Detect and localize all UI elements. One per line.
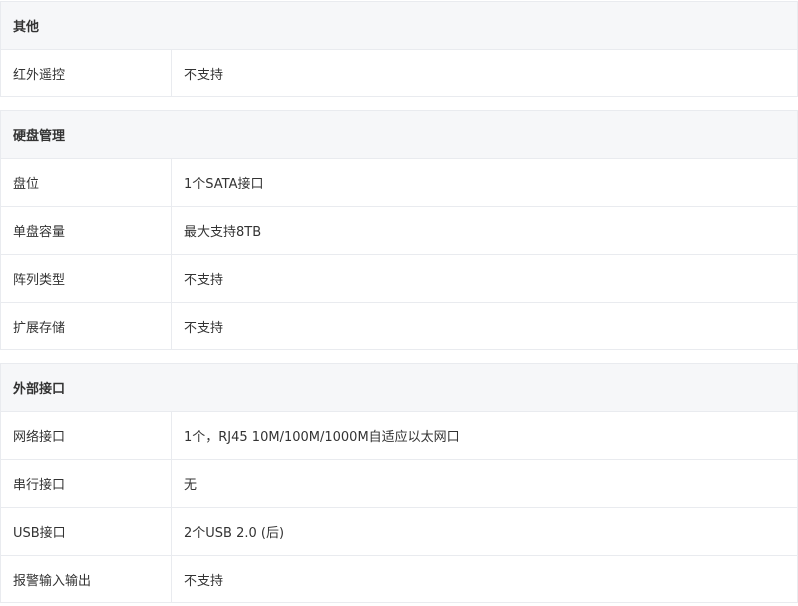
row-value: 不支持 bbox=[184, 67, 224, 83]
row-value: 不支持 bbox=[184, 320, 224, 336]
section-title: 其他 bbox=[0, 1, 798, 49]
table-row: 报警输入输出 不支持 bbox=[0, 555, 798, 603]
row-label: 报警输入输出 bbox=[1, 556, 172, 602]
section-external-interfaces: 外部接口 网络接口 1个，RJ45 10M/100M/1000M自适应以太网口 … bbox=[0, 363, 798, 603]
table-row: USB接口 2个USB 2.0 (后) bbox=[0, 507, 798, 555]
section-disk-management: 硬盘管理 盘位 1个SATA接口 单盘容量 最大支持8TB 阵列类型 不支持 扩… bbox=[0, 110, 798, 350]
row-value: 无 bbox=[184, 478, 198, 493]
spec-table: 其他 红外遥控 不支持 硬盘管理 盘位 1个SATA接口 单盘容量 最大支持8T… bbox=[0, 1, 798, 603]
section-title: 硬盘管理 bbox=[0, 110, 798, 158]
row-value: 2个USB 2.0 (后) bbox=[184, 526, 285, 541]
section-other: 其他 红外遥控 不支持 bbox=[0, 1, 798, 97]
table-row: 串行接口 无 bbox=[0, 459, 798, 507]
row-label: 阵列类型 bbox=[1, 255, 172, 302]
row-value: 1个，RJ45 10M/100M/1000M自适应以太网口 bbox=[184, 430, 460, 445]
row-value: 1个SATA接口 bbox=[184, 177, 264, 192]
row-value: 不支持 bbox=[184, 273, 224, 288]
row-label: 单盘容量 bbox=[1, 207, 172, 254]
row-label: 盘位 bbox=[1, 159, 172, 206]
table-row: 阵列类型 不支持 bbox=[0, 254, 798, 302]
table-row: 单盘容量 最大支持8TB bbox=[0, 206, 798, 254]
table-row: 网络接口 1个，RJ45 10M/100M/1000M自适应以太网口 bbox=[0, 411, 798, 459]
row-label: 红外遥控 bbox=[1, 50, 172, 96]
section-title: 外部接口 bbox=[0, 363, 798, 411]
row-label: 网络接口 bbox=[1, 412, 172, 459]
row-label: 串行接口 bbox=[1, 460, 172, 507]
row-value: 不支持 bbox=[184, 573, 224, 589]
row-value: 最大支持8TB bbox=[184, 225, 262, 240]
table-row: 盘位 1个SATA接口 bbox=[0, 158, 798, 206]
table-row: 扩展存储 不支持 bbox=[0, 302, 798, 350]
table-row: 红外遥控 不支持 bbox=[0, 49, 798, 97]
row-label: 扩展存储 bbox=[1, 303, 172, 349]
row-label: USB接口 bbox=[1, 508, 172, 555]
